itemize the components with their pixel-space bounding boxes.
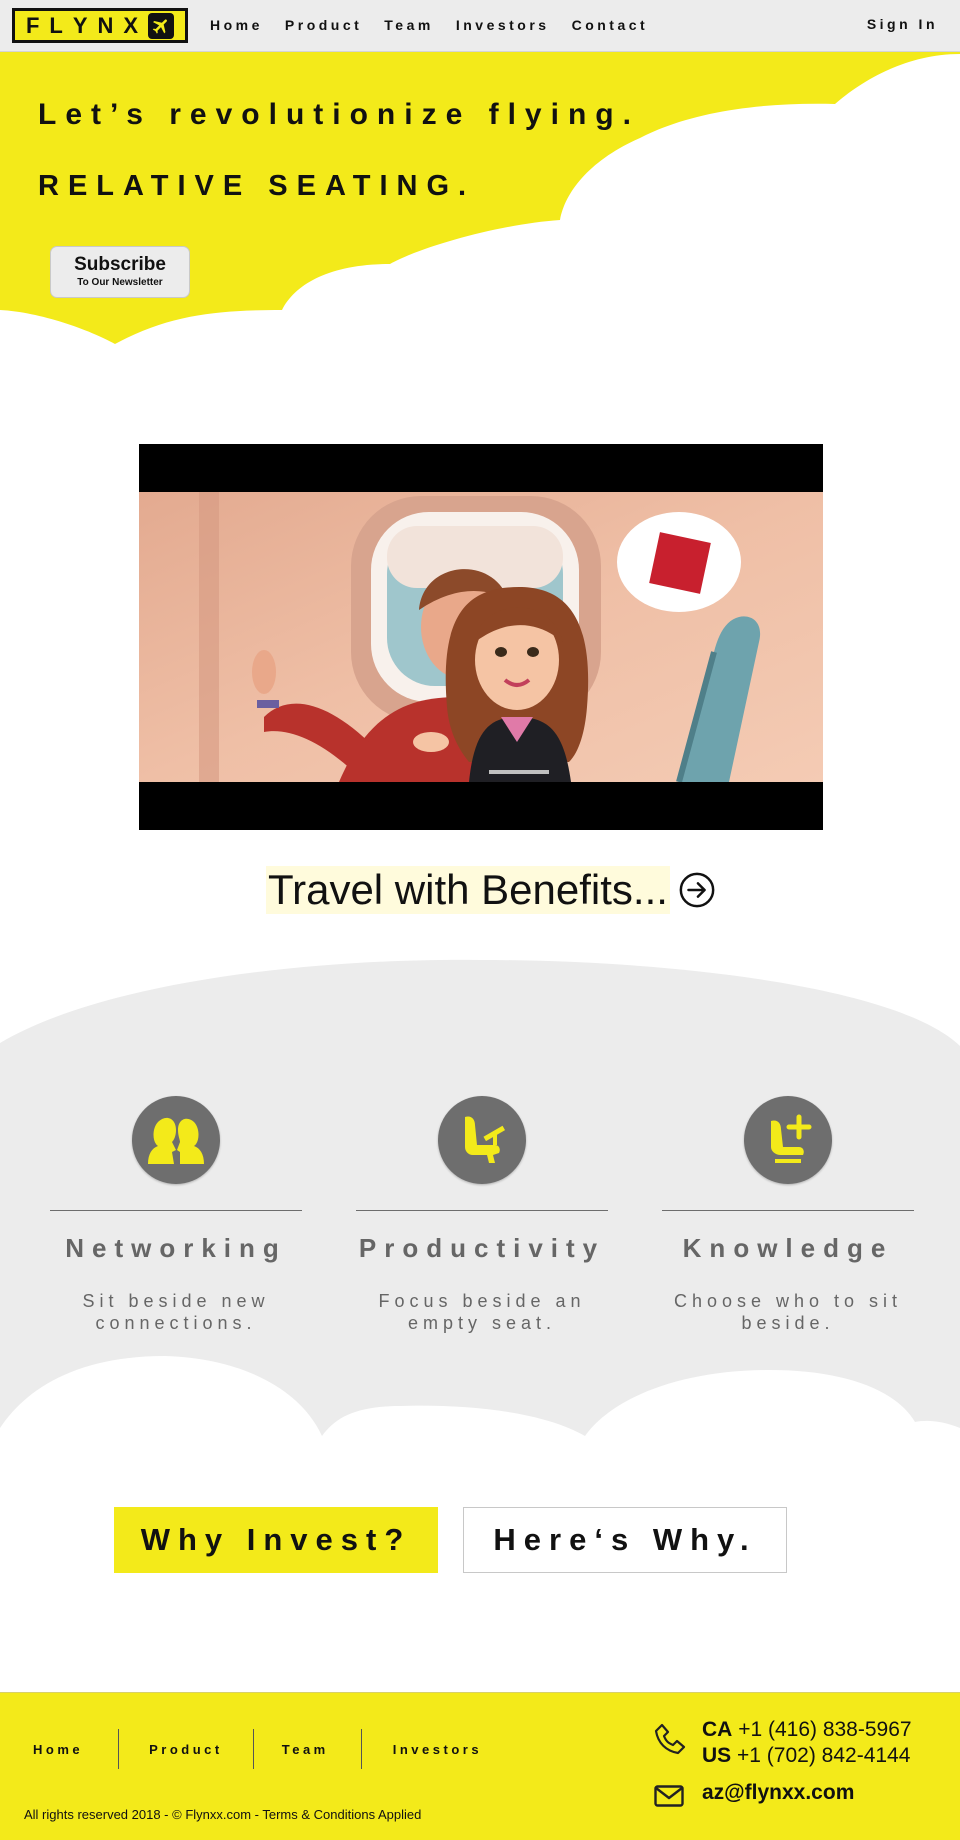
nav-home[interactable]: Home bbox=[210, 17, 263, 33]
seat-with-laptop-icon bbox=[438, 1096, 526, 1184]
phone-ca-number: +1 (416) 838-5967 bbox=[738, 1718, 912, 1741]
footer-links: Home Product Team Investors bbox=[0, 1729, 482, 1769]
nav-investors[interactable]: Investors bbox=[456, 17, 550, 33]
why-invest-button[interactable]: Why Invest? bbox=[114, 1507, 438, 1573]
hero-headline: Let’s revolutionize flying. bbox=[38, 98, 640, 131]
footer-investors-link[interactable]: Investors bbox=[393, 1742, 482, 1757]
feature-description: Choose who to sit beside. bbox=[673, 1291, 903, 1333]
benefits-label: Travel with Benefits... bbox=[266, 866, 670, 914]
footer-phones: CA +1 (416) 838-5967 US +1 (702) 842-414… bbox=[702, 1717, 912, 1769]
feature-productivity: Productivity Focus beside an empty seat. bbox=[352, 1096, 612, 1334]
logo-letter-x: X bbox=[123, 12, 139, 38]
site-footer: Home Product Team Investors All rights r… bbox=[0, 1692, 960, 1840]
phone-ca-label: CA bbox=[702, 1718, 733, 1741]
seat-plus-icon bbox=[744, 1096, 832, 1184]
logo-letter-l: L bbox=[49, 12, 63, 38]
phone-icon bbox=[654, 1723, 686, 1755]
feature-title: Productivity bbox=[358, 1233, 606, 1263]
logo-letter-f: F bbox=[25, 12, 40, 38]
phone-us-label: US bbox=[702, 1744, 732, 1767]
footer-home-link[interactable]: Home bbox=[33, 1742, 83, 1757]
top-nav: F L Y N X Home Product Team Investors Co… bbox=[0, 0, 960, 52]
footer-separator bbox=[252, 1729, 254, 1769]
subscribe-button[interactable]: Subscribe To Our Newsletter bbox=[50, 246, 190, 298]
footer-team-link[interactable]: Team bbox=[282, 1742, 329, 1757]
promo-video-player[interactable] bbox=[139, 444, 823, 830]
nav-product[interactable]: Product bbox=[285, 17, 362, 33]
airplane-cabin-illustration bbox=[139, 492, 823, 782]
footer-product-link[interactable]: Product bbox=[149, 1742, 223, 1757]
arrow-right-circle-icon bbox=[679, 872, 715, 908]
feature-title: Knowledge bbox=[682, 1233, 894, 1263]
feature-divider bbox=[662, 1210, 914, 1211]
travel-benefits-link[interactable]: Travel with Benefits... bbox=[266, 864, 716, 916]
nav-contact[interactable]: Contact bbox=[572, 17, 649, 33]
feature-description: Sit beside new connections. bbox=[82, 1291, 270, 1333]
hero-subheadline: RELATIVE SEATING. bbox=[38, 170, 476, 202]
logo-letter-n: N bbox=[97, 12, 114, 38]
mail-icon bbox=[654, 1785, 684, 1807]
subscribe-label: Subscribe bbox=[74, 254, 166, 275]
footer-separator bbox=[360, 1729, 362, 1769]
footer-separator bbox=[118, 1729, 120, 1769]
feature-title: Networking bbox=[65, 1233, 287, 1263]
logo-letter-y: Y bbox=[72, 12, 88, 38]
nav-team[interactable]: Team bbox=[384, 17, 434, 33]
footer-copyright: All rights reserved 2018 - © Flynxx.com … bbox=[24, 1807, 422, 1822]
nav-links: Home Product Team Investors Contact bbox=[210, 0, 670, 50]
people-face-to-face-icon bbox=[132, 1096, 220, 1184]
flynx-logo[interactable]: F L Y N X bbox=[12, 8, 188, 43]
feature-divider bbox=[50, 1210, 302, 1211]
airplane-icon bbox=[148, 12, 174, 39]
subscribe-sublabel: To Our Newsletter bbox=[77, 277, 163, 288]
footer-email-link[interactable]: az@flynxx.com bbox=[702, 1781, 854, 1805]
phone-us[interactable]: US +1 (702) 842-4144 bbox=[702, 1743, 912, 1769]
feature-knowledge: Knowledge Choose who to sit beside. bbox=[658, 1096, 918, 1334]
feature-networking: Networking Sit beside new connections. bbox=[46, 1096, 306, 1334]
phone-ca[interactable]: CA +1 (416) 838-5967 bbox=[702, 1717, 912, 1743]
feature-description: Focus beside an empty seat. bbox=[378, 1291, 586, 1333]
feature-divider bbox=[356, 1210, 608, 1211]
heres-why-button[interactable]: Here‘s Why. bbox=[463, 1507, 787, 1573]
sign-in-link[interactable]: Sign In bbox=[867, 16, 938, 32]
phone-us-number: +1 (702) 842-4144 bbox=[737, 1744, 911, 1767]
